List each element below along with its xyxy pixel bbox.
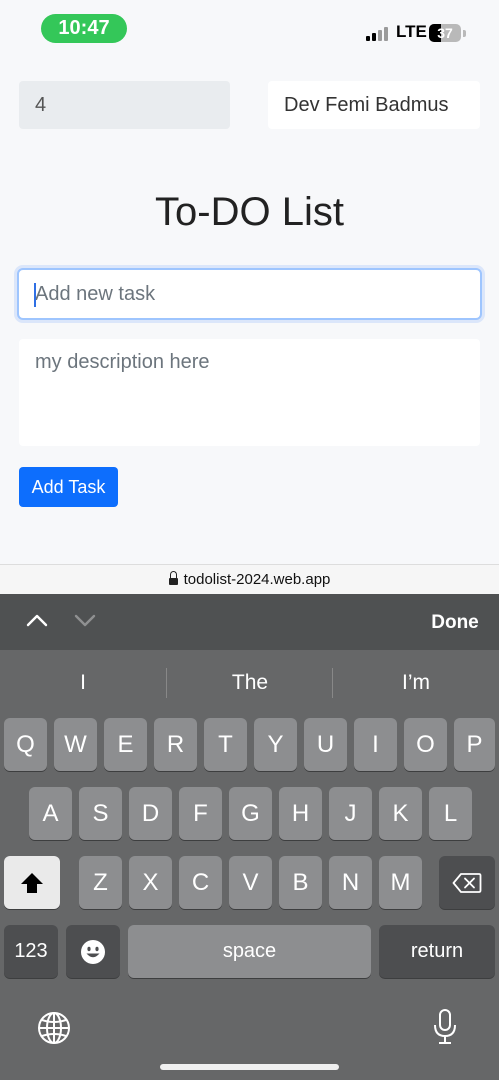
backspace-icon xyxy=(452,872,482,893)
backspace-key[interactable] xyxy=(439,856,495,909)
key-z[interactable]: Z xyxy=(79,856,122,909)
key-c[interactable]: C xyxy=(179,856,222,909)
microphone-icon[interactable] xyxy=(432,1008,458,1046)
key-u[interactable]: U xyxy=(304,718,347,771)
key-b[interactable]: B xyxy=(279,856,322,909)
new-task-input[interactable] xyxy=(17,268,482,320)
key-g[interactable]: G xyxy=(229,787,272,840)
key-i[interactable]: I xyxy=(354,718,397,771)
key-o[interactable]: O xyxy=(404,718,447,771)
chevron-down-icon[interactable] xyxy=(74,612,96,628)
url-text: todolist-2024.web.app xyxy=(183,571,331,588)
description-textarea[interactable] xyxy=(19,339,480,446)
key-h[interactable]: H xyxy=(279,787,322,840)
key-v[interactable]: V xyxy=(229,856,272,909)
key-j[interactable]: J xyxy=(329,787,372,840)
emoji-icon xyxy=(81,939,105,964)
done-button[interactable]: Done xyxy=(420,610,490,636)
key-a[interactable]: A xyxy=(29,787,72,840)
status-bar: 10:47 LTE 37 xyxy=(0,0,499,56)
space-key[interactable]: space xyxy=(128,925,371,978)
suggestion-item[interactable]: I xyxy=(0,658,166,708)
key-q[interactable]: Q xyxy=(4,718,47,771)
browser-url-bar[interactable]: todolist-2024.web.app xyxy=(0,564,499,594)
key-x[interactable]: X xyxy=(129,856,172,909)
numbers-key[interactable]: 123 xyxy=(4,925,58,978)
key-k[interactable]: K xyxy=(379,787,422,840)
suggestion-item[interactable]: I’m xyxy=(333,658,499,708)
text-cursor xyxy=(34,283,36,307)
battery-icon: 37 xyxy=(429,24,461,42)
key-w[interactable]: W xyxy=(54,718,97,771)
key-y[interactable]: Y xyxy=(254,718,297,771)
shift-key[interactable] xyxy=(4,856,60,909)
chevron-up-icon[interactable] xyxy=(26,612,48,628)
key-p[interactable]: P xyxy=(454,718,495,771)
key-s[interactable]: S xyxy=(79,787,122,840)
suggestion-bar: I The I’m xyxy=(0,658,499,708)
key-l[interactable]: L xyxy=(429,787,472,840)
network-type: LTE xyxy=(396,22,427,41)
key-t[interactable]: T xyxy=(204,718,247,771)
key-r[interactable]: R xyxy=(154,718,197,771)
battery-nub xyxy=(463,30,466,37)
key-e[interactable]: E xyxy=(104,718,147,771)
battery-level: 37 xyxy=(437,25,453,41)
key-d[interactable]: D xyxy=(129,787,172,840)
globe-icon[interactable] xyxy=(37,1011,71,1045)
emoji-key[interactable] xyxy=(66,925,120,978)
shift-icon xyxy=(21,872,43,893)
home-indicator[interactable] xyxy=(160,1064,339,1070)
lock-icon xyxy=(168,570,178,585)
key-m[interactable]: M xyxy=(379,856,422,909)
page-title: To-DO List xyxy=(155,190,344,234)
suggestion-item[interactable]: The xyxy=(167,658,333,708)
status-time: 10:47 xyxy=(41,14,127,43)
task-count-field[interactable]: 4 xyxy=(19,81,230,129)
key-f[interactable]: F xyxy=(179,787,222,840)
user-name-field[interactable]: Dev Femi Badmus xyxy=(268,81,480,129)
add-task-button[interactable]: Add Task xyxy=(19,467,118,507)
cellular-signal-icon xyxy=(366,25,390,41)
return-key[interactable]: return xyxy=(379,925,495,978)
key-n[interactable]: N xyxy=(329,856,372,909)
